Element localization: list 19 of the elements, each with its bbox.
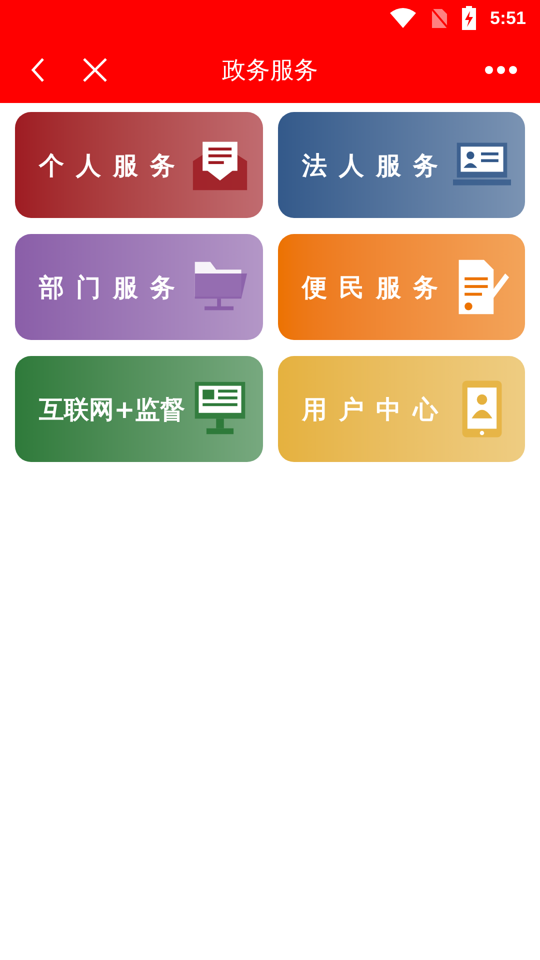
service-tile[interactable]: 部门服务 — [15, 234, 263, 340]
service-tile[interactable]: 法人服务 — [278, 112, 525, 218]
back-button[interactable] — [30, 56, 46, 82]
tile-label: 部门服务 — [39, 272, 187, 304]
page-title: 政务服务 — [221, 54, 319, 86]
wifi-icon — [390, 8, 416, 28]
battery-charging-icon — [462, 6, 476, 30]
service-tile[interactable]: 互联网+监督 — [15, 356, 263, 462]
status-time: 5:51 — [490, 8, 526, 28]
tile-label: 个人服务 — [39, 150, 187, 182]
tile-label: 互联网+监督 — [39, 394, 185, 426]
service-tile[interactable]: 个人服务 — [15, 112, 263, 218]
tile-label: 用户中心 — [302, 394, 450, 426]
tile-label: 便民服务 — [302, 272, 450, 304]
service-tile[interactable]: 便民服务 — [278, 234, 525, 340]
tile-label: 法人服务 — [302, 150, 450, 182]
close-button[interactable] — [82, 56, 108, 82]
no-sim-icon — [430, 7, 448, 29]
more-button[interactable] — [484, 64, 518, 74]
